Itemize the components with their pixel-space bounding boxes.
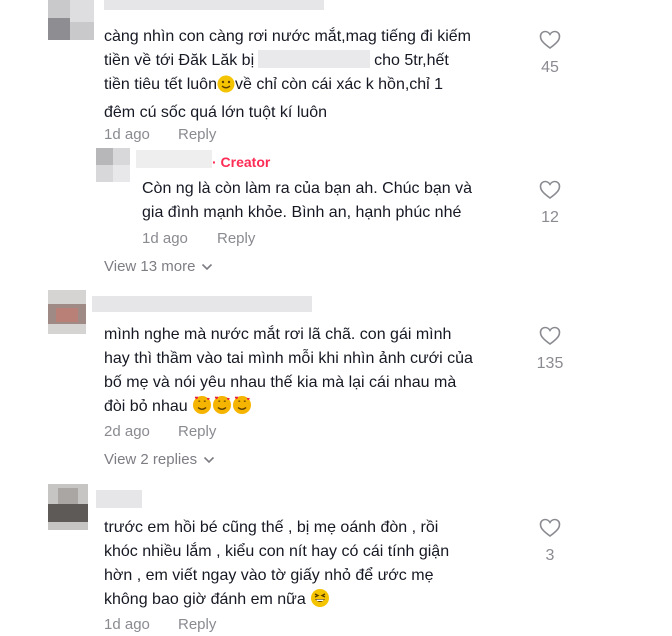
- like-count: 12: [541, 209, 559, 226]
- timestamp: 1d ago: [104, 126, 150, 143]
- timestamp: 1d ago: [104, 616, 150, 633]
- like-button[interactable]: 12: [530, 180, 570, 227]
- view-more-replies[interactable]: View 2 replies: [104, 451, 215, 468]
- reply-button[interactable]: Reply: [178, 423, 216, 440]
- smiling-face-with-hearts-emoji: [212, 395, 232, 423]
- avatar[interactable]: [48, 290, 86, 334]
- chevron-down-icon: [203, 451, 215, 468]
- username-placeholder[interactable]: [96, 490, 142, 508]
- heart-outline-icon: [539, 180, 561, 205]
- like-button[interactable]: 135: [530, 326, 570, 373]
- like-count: 45: [541, 59, 559, 76]
- view-more-replies[interactable]: View 13 more: [104, 258, 213, 275]
- creator-badge: · Creator: [212, 154, 271, 170]
- view-more-label: View 13 more: [104, 258, 196, 275]
- timestamp: 2d ago: [104, 423, 150, 440]
- username-placeholder[interactable]: [92, 296, 312, 312]
- like-count: 135: [536, 355, 564, 372]
- reply-button[interactable]: Reply: [178, 616, 216, 633]
- comment-text: trước em hồi bé cũng thế , bị mẹ oánh đò…: [104, 516, 449, 616]
- timestamp: 1d ago: [142, 230, 188, 247]
- like-count: 3: [545, 547, 555, 564]
- heart-outline-icon: [539, 326, 561, 351]
- avatar[interactable]: [48, 484, 88, 530]
- reply-button[interactable]: Reply: [178, 126, 216, 143]
- reply-button[interactable]: Reply: [217, 230, 255, 247]
- chevron-down-icon: [201, 258, 213, 275]
- comment-text: mình nghe mà nước mắt rơi lã chã. con gá…: [104, 323, 473, 423]
- avatar[interactable]: [96, 148, 130, 182]
- smiling-face-emoji: [217, 75, 235, 101]
- smiling-face-with-hearts-emoji: [192, 395, 212, 423]
- comment-text: Còn ng là còn làm ra của bạn ah. Chúc bạ…: [142, 180, 472, 221]
- redacted-text: [258, 50, 371, 68]
- like-button[interactable]: 3: [530, 518, 570, 565]
- smiling-face-with-hearts-emoji: [232, 395, 252, 423]
- comment-text: càng nhìn con càng rơi nước mắt,mag tiến…: [104, 28, 471, 121]
- like-button[interactable]: 45: [530, 30, 570, 77]
- username-placeholder[interactable]: [136, 150, 212, 168]
- heart-outline-icon: [539, 518, 561, 543]
- view-more-label: View 2 replies: [104, 451, 198, 468]
- grinning-squinting-face-emoji: [310, 588, 330, 616]
- heart-outline-icon: [539, 30, 561, 55]
- avatar[interactable]: [48, 0, 94, 40]
- username-placeholder[interactable]: [104, 0, 324, 10]
